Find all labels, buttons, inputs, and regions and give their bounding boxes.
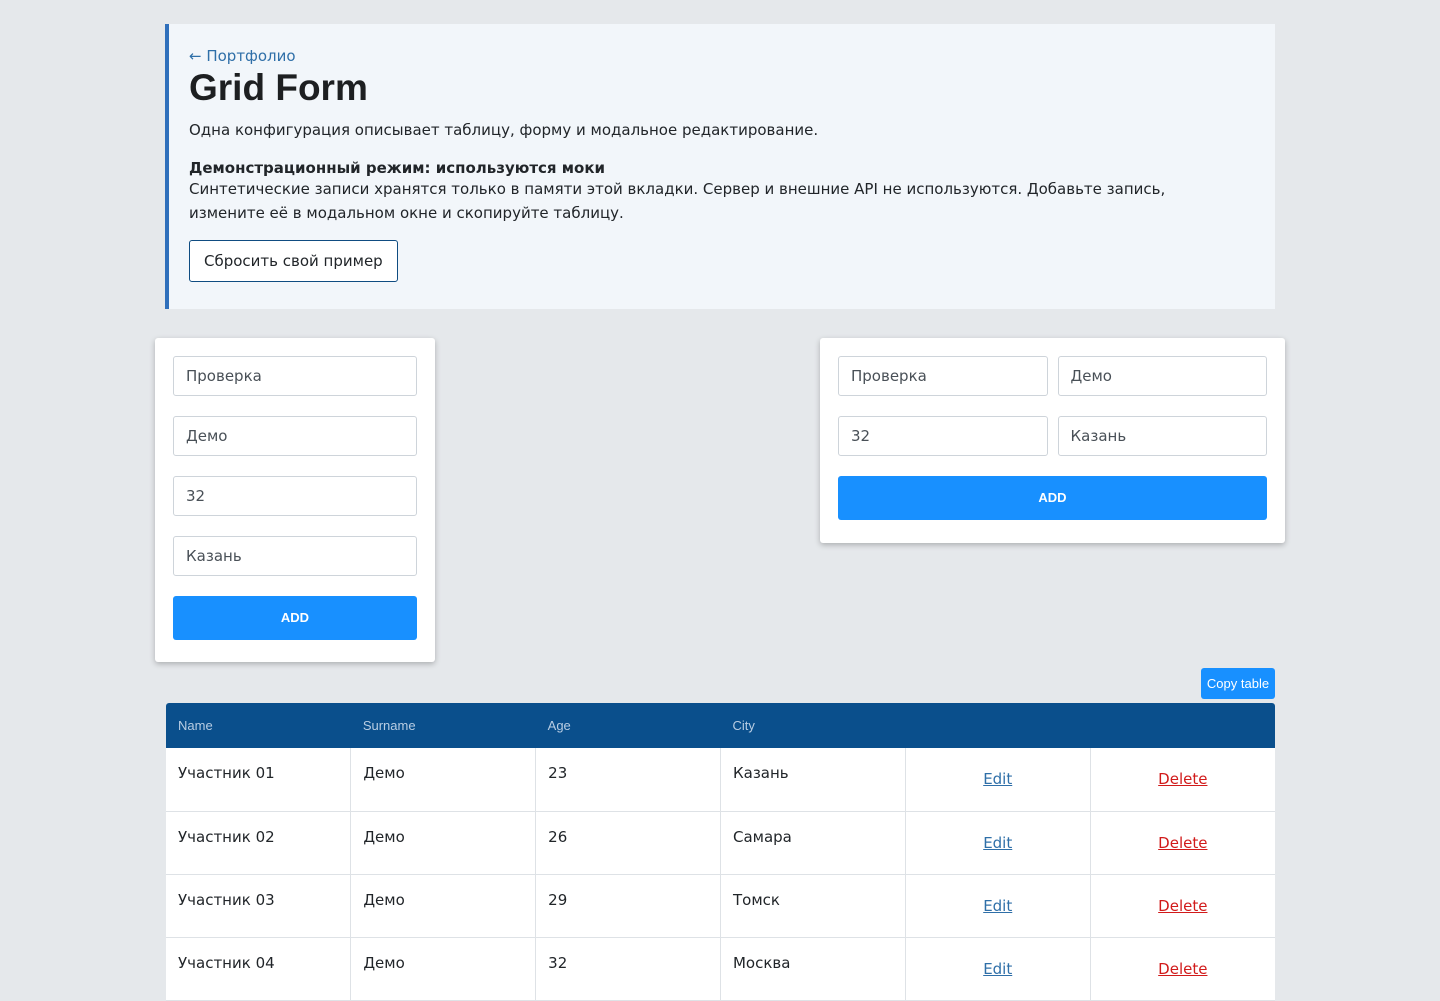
delete-link[interactable]: Delete bbox=[1158, 897, 1207, 915]
cell-name: Участник 01 bbox=[166, 748, 352, 812]
cell-surname: Демо bbox=[350, 937, 537, 1001]
edit-link[interactable]: Edit bbox=[983, 770, 1012, 788]
edit-link[interactable]: Edit bbox=[983, 897, 1012, 915]
city-input[interactable]: Казань bbox=[173, 536, 417, 576]
cell-city: Казань bbox=[720, 748, 906, 812]
form-row: Проверка Демо bbox=[838, 356, 1267, 396]
age-input[interactable]: 32 bbox=[173, 476, 417, 516]
cell-edit: Edit bbox=[905, 874, 1091, 938]
cell-city: Москва bbox=[720, 937, 906, 1001]
column-header-name: Name bbox=[166, 703, 351, 748]
cell-edit: Edit bbox=[905, 937, 1091, 1001]
form-row: 32 Казань bbox=[838, 416, 1267, 456]
table-row: Участник 04 Демо 32 Москва Edit Delete bbox=[166, 937, 1275, 1001]
table-row: Участник 02 Демо 26 Самара Edit Delete bbox=[166, 811, 1275, 875]
cell-name: Участник 04 bbox=[166, 937, 352, 1001]
city-input[interactable]: Казань bbox=[1057, 416, 1267, 456]
delete-link[interactable]: Delete bbox=[1158, 960, 1207, 978]
copy-table-button[interactable]: Copy table bbox=[1201, 668, 1275, 699]
table-row: Участник 03 Демо 29 Томск Edit Delete bbox=[166, 874, 1275, 938]
cell-delete: Delete bbox=[1090, 937, 1275, 1001]
name-input[interactable]: Проверка bbox=[173, 356, 417, 396]
table-row: Участник 01 Демо 23 Казань Edit Delete bbox=[166, 748, 1275, 812]
cell-city: Самара bbox=[720, 811, 906, 875]
delete-link[interactable]: Delete bbox=[1158, 834, 1207, 852]
surname-input[interactable]: Демо bbox=[1057, 356, 1267, 396]
add-button[interactable]: ADD bbox=[838, 476, 1267, 520]
cell-name: Участник 03 bbox=[166, 874, 352, 938]
surname-input[interactable]: Демо bbox=[173, 416, 417, 456]
table-header-row: Name Surname Age City bbox=[166, 703, 1275, 748]
edit-link[interactable]: Edit bbox=[983, 960, 1012, 978]
cell-delete: Delete bbox=[1090, 748, 1275, 812]
demo-banner: ← Портфолио Grid Form Одна конфигурация … bbox=[165, 24, 1275, 309]
age-input[interactable]: 32 bbox=[838, 416, 1048, 456]
cell-age: 26 bbox=[535, 811, 721, 875]
edit-link[interactable]: Edit bbox=[983, 834, 1012, 852]
notice-text: Синтетические записи хранятся только в п… bbox=[189, 180, 1166, 222]
cell-age: 29 bbox=[535, 874, 721, 938]
cell-surname: Демо bbox=[350, 874, 537, 938]
cell-edit: Edit bbox=[905, 811, 1091, 875]
name-input[interactable]: Проверка bbox=[838, 356, 1048, 396]
cell-city: Томск bbox=[720, 874, 906, 938]
cell-delete: Delete bbox=[1090, 811, 1275, 875]
column-header-delete bbox=[1090, 703, 1275, 748]
cell-surname: Демо bbox=[350, 748, 537, 812]
column-header-age: Age bbox=[535, 703, 721, 748]
column-header-city: City bbox=[720, 703, 906, 748]
add-form-grid: Проверка Демо 32 Казань ADD bbox=[820, 338, 1285, 543]
cell-surname: Демо bbox=[350, 811, 537, 875]
column-header-surname: Surname bbox=[350, 703, 536, 748]
add-button[interactable]: ADD bbox=[173, 596, 417, 640]
column-header-edit bbox=[905, 703, 1091, 748]
cell-age: 32 bbox=[535, 937, 721, 1001]
back-to-portfolio-link[interactable]: ← Портфолио bbox=[189, 47, 296, 65]
data-table: Name Surname Age City Участник 01 Демо 2… bbox=[166, 703, 1275, 1001]
cell-edit: Edit bbox=[905, 748, 1091, 812]
add-form-vertical: Проверка Демо 32 Казань ADD bbox=[155, 338, 435, 662]
page-subtitle: Одна конфигурация описывает таблицу, фор… bbox=[189, 121, 819, 139]
cell-name: Участник 02 bbox=[166, 811, 352, 875]
cell-age: 23 bbox=[535, 748, 721, 812]
cell-delete: Delete bbox=[1090, 874, 1275, 938]
page-title: Grid Form bbox=[189, 67, 368, 108]
delete-link[interactable]: Delete bbox=[1158, 770, 1207, 788]
reset-example-button[interactable]: Сбросить свой пример bbox=[189, 240, 398, 282]
notice-title: Демонстрационный режим: используются мок… bbox=[189, 159, 606, 177]
